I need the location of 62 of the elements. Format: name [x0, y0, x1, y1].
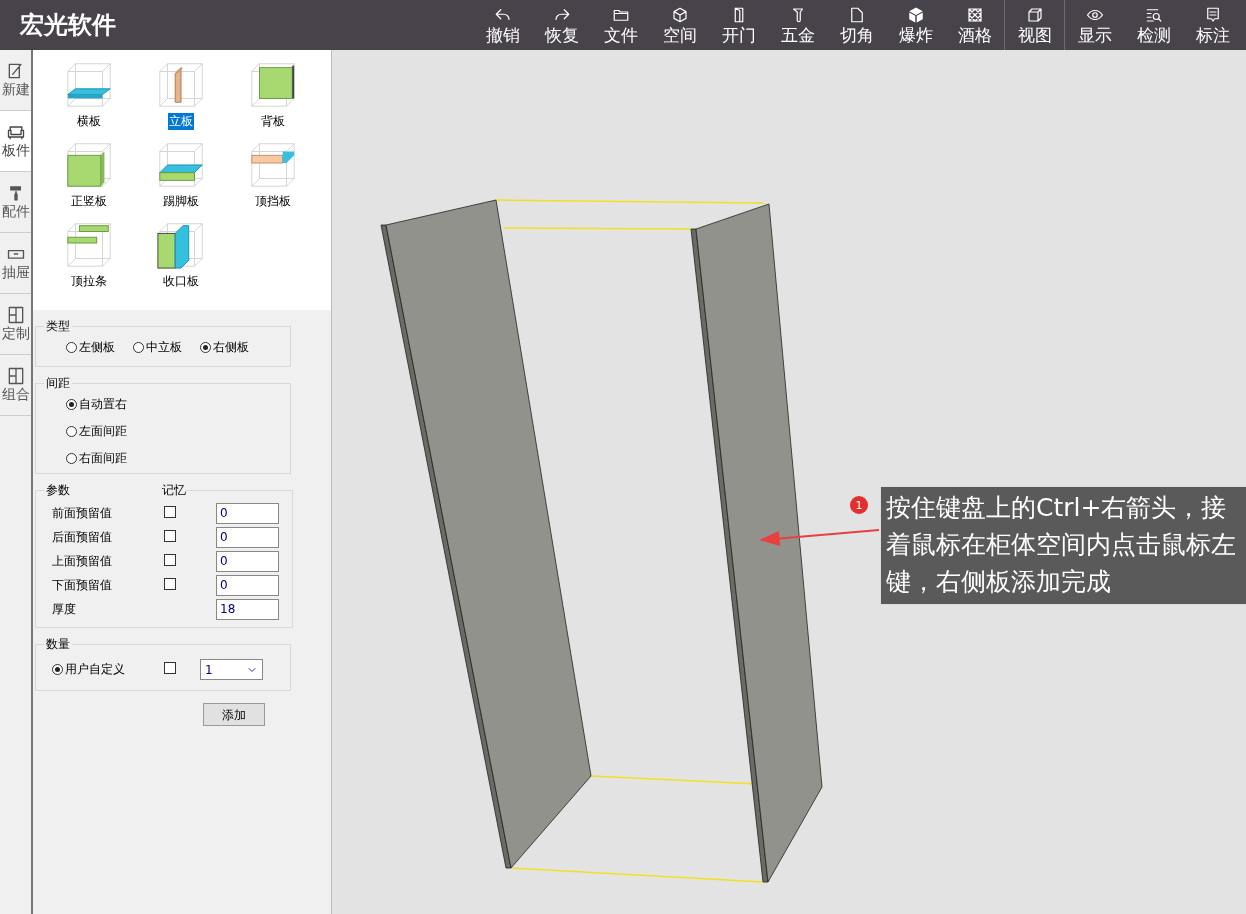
radio-option[interactable]: 左侧板 [66, 339, 115, 356]
board-type-item[interactable]: 背板 [227, 50, 319, 130]
toolbar-button[interactable]: 标注 [1183, 0, 1242, 50]
board-type-item[interactable]: 横板 [43, 50, 135, 130]
toolbar-button[interactable]: 恢复 [532, 0, 591, 50]
radio-option[interactable]: 左面间距 [66, 423, 284, 440]
sidebar-tab[interactable]: 板件 [0, 111, 31, 172]
value-input[interactable]: 0 [216, 574, 279, 596]
value-input[interactable]: 0 [216, 526, 279, 548]
memory-checkbox[interactable] [164, 553, 176, 566]
column-heading: 记忆 [162, 482, 186, 499]
field-label: 下面预留值 [52, 576, 113, 594]
cube-icon [670, 5, 689, 24]
toolbar-button[interactable]: 撤销 [473, 0, 532, 50]
sidebar-tab[interactable]: 配件 [0, 172, 31, 233]
toolbar-button[interactable]: 检测 [1124, 0, 1183, 50]
sidebar-tab[interactable]: 定制 [0, 294, 31, 355]
memory-checkbox[interactable] [164, 505, 176, 518]
toolbar-button[interactable]: 视图 [1005, 0, 1064, 50]
value-input[interactable]: 0 [216, 502, 279, 524]
group-title: 类型 [45, 318, 71, 335]
solid-cube-icon [906, 5, 925, 24]
board-type-item[interactable]: 踢脚板 [135, 130, 227, 210]
value-input[interactable]: 18 [216, 598, 279, 620]
field-label: 上面预留值 [52, 552, 113, 570]
hint-tooltip: 按住键盘上的Ctrl+右箭头，接着鼠标在柜体空间内点击鼠标左键，右侧板添加完成 [880, 486, 1246, 605]
step-badge: 1 [850, 496, 868, 514]
radio-option[interactable]: 右面间距 [66, 450, 284, 467]
toolbar-button[interactable]: 五金 [768, 0, 827, 50]
toolbar-button[interactable]: 爆炸 [886, 0, 945, 50]
board-type-item[interactable]: 收口板 [135, 210, 227, 290]
lattice-icon [965, 5, 984, 24]
sidebar-tab[interactable]: 抽屉 [0, 233, 31, 294]
memory-checkbox[interactable] [164, 577, 176, 590]
board-type-item[interactable]: 顶拉条 [43, 210, 135, 290]
memory-checkbox[interactable] [164, 529, 176, 542]
radio-option[interactable]: 右侧板 [200, 339, 249, 356]
sidebar-tab[interactable]: 组合 [0, 355, 31, 416]
field-label: 后面预留值 [52, 528, 113, 546]
app-title: 宏光软件 [20, 10, 117, 41]
add-button[interactable]: 添加 [203, 703, 265, 726]
radio-option[interactable]: 用户自定义 [52, 661, 164, 678]
board-type-item[interactable]: 正竖板 [43, 130, 135, 210]
toolbar-button[interactable]: 文件 [591, 0, 650, 50]
toolbar-button[interactable]: 空间 [650, 0, 709, 50]
board-type-item[interactable]: 顶挡板 [227, 130, 319, 210]
group-title: 数量 [45, 636, 71, 653]
field-label: 厚度 [52, 600, 77, 618]
toolbar-button[interactable]: 切角 [827, 0, 886, 50]
wireframe-cube-icon [1025, 5, 1044, 24]
radio-option[interactable]: 中立板 [133, 339, 182, 356]
quantity-dropdown[interactable]: 1 [200, 659, 263, 680]
checkbox[interactable] [164, 662, 176, 674]
value-input[interactable]: 0 [216, 550, 279, 572]
radio-option[interactable]: 自动置右 [66, 396, 284, 413]
toolbar-button[interactable]: 开门 [709, 0, 768, 50]
toolbar-button[interactable]: 显示 [1065, 0, 1124, 50]
group-title: 间距 [45, 375, 71, 392]
board-type-item[interactable]: 立板 [135, 50, 227, 130]
field-label: 前面预留值 [52, 504, 113, 522]
toolbar-button[interactable]: 酒格 [945, 0, 1004, 50]
group-title: 参数 [45, 482, 71, 499]
